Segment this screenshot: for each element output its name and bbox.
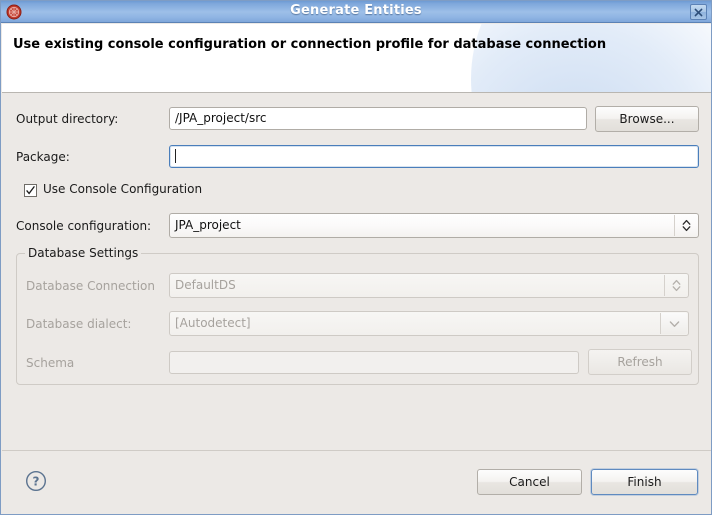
schema-input — [169, 351, 579, 374]
database-dialect-combo: [Autodetect] — [169, 311, 689, 336]
header-title: Use existing console configuration or co… — [13, 37, 606, 52]
dialog-header-band: Use existing console configuration or co… — [2, 24, 711, 93]
console-configuration-label: Console configuration: — [16, 219, 151, 233]
database-dialect-label: Database dialect: — [26, 317, 131, 331]
output-directory-label: Output directory: — [16, 112, 118, 126]
package-input[interactable] — [169, 145, 699, 168]
chevron-up-down-icon[interactable] — [674, 215, 697, 236]
title-bar[interactable]: Generate Entities — [1, 1, 711, 23]
database-connection-combo: DefaultDS — [169, 273, 689, 298]
database-dialect-value: [Autodetect] — [175, 316, 251, 330]
console-configuration-combo[interactable]: JPA_project — [169, 213, 699, 238]
use-console-configuration-label: Use Console Configuration — [43, 182, 202, 196]
chevron-up-down-icon — [664, 275, 687, 296]
cancel-button[interactable]: Cancel — [477, 469, 582, 495]
dialog-body: Output directory: /JPA_project/src Brows… — [2, 93, 711, 449]
schema-label: Schema — [26, 356, 74, 370]
database-settings-legend: Database Settings — [25, 246, 141, 260]
dialog-footer: Cancel Finish — [2, 451, 711, 514]
package-label: Package: — [16, 150, 70, 164]
header-watermark — [471, 24, 711, 93]
checkbox-box — [24, 184, 37, 197]
use-console-configuration-checkbox[interactable]: Use Console Configuration — [24, 184, 284, 200]
generate-entities-dialog: Generate Entities Use existing console c… — [0, 0, 712, 515]
finish-button[interactable]: Finish — [591, 469, 698, 495]
browse-button[interactable]: Browse... — [595, 106, 699, 132]
database-connection-label: Database Connection — [26, 279, 155, 293]
refresh-button: Refresh — [588, 349, 692, 375]
close-icon[interactable] — [690, 4, 707, 20]
console-configuration-value: JPA_project — [175, 218, 241, 232]
database-connection-value: DefaultDS — [175, 278, 236, 292]
svg-text:?: ? — [33, 474, 40, 488]
chevron-down-icon — [660, 313, 687, 334]
help-question-icon[interactable]: ? — [25, 470, 47, 492]
window-title: Generate Entities — [1, 3, 711, 18]
text-caret — [175, 149, 176, 163]
output-directory-input[interactable]: /JPA_project/src — [169, 107, 587, 130]
